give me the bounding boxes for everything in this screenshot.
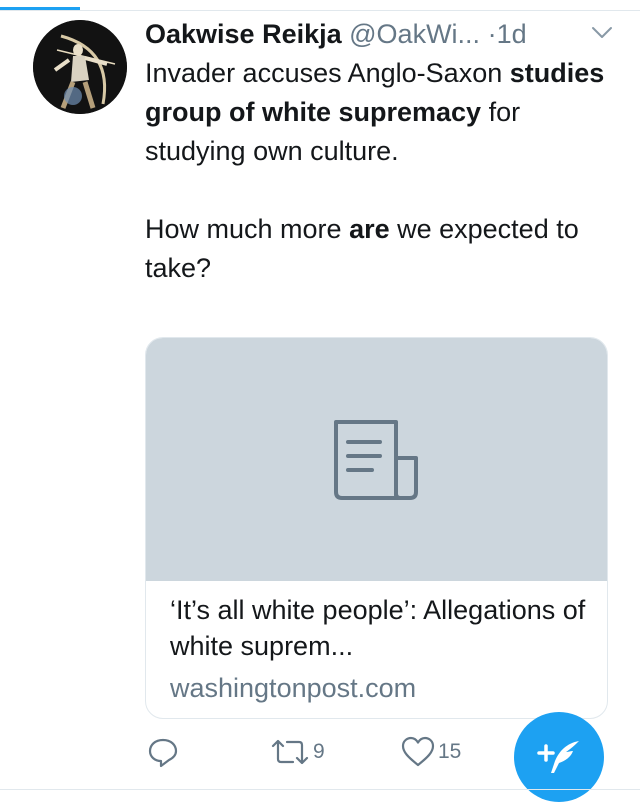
- retweet-count: 9: [313, 740, 325, 763]
- retweet-icon: [271, 739, 309, 765]
- article-icon: [334, 420, 418, 500]
- compose-tweet-icon: [537, 741, 579, 773]
- tweet-time[interactable]: 1d: [497, 19, 527, 49]
- user-handle[interactable]: @OakWi...: [349, 19, 480, 49]
- heart-icon: [401, 736, 435, 767]
- retweet-button[interactable]: 9: [269, 730, 325, 774]
- reply-icon: [148, 738, 178, 768]
- bottom-divider: [0, 789, 640, 790]
- display-name[interactable]: Oakwise Reikja: [145, 19, 342, 49]
- separator-dot: ·: [487, 19, 497, 49]
- tweet-paragraph-2: How much more are we expected to take?: [145, 210, 615, 288]
- top-divider: [0, 10, 640, 11]
- card-title[interactable]: ‘It’s all white people’: Allegations of …: [170, 592, 590, 664]
- archer-avatar-image: [33, 20, 127, 114]
- tweet-text-segment: are: [349, 214, 390, 244]
- tweet-paragraph-1: Invader accuses Anglo-Saxon studies grou…: [145, 54, 615, 171]
- chevron-down-icon[interactable]: [589, 22, 615, 44]
- card-image: [146, 338, 607, 581]
- avatar[interactable]: [33, 20, 127, 114]
- like-count: 15: [438, 740, 462, 763]
- tweet-text: Invader accuses Anglo-Saxon studies grou…: [145, 54, 615, 288]
- tweet-text-segment: How much more: [145, 214, 350, 244]
- link-card[interactable]: ‘It’s all white people’: Allegations of …: [145, 337, 608, 719]
- card-domain: washingtonpost.com: [170, 673, 417, 703]
- reply-button[interactable]: [146, 730, 180, 774]
- tweet-header: Oakwise Reikja @OakWi... ·1d: [145, 16, 615, 52]
- tweet-text-segment: Invader accuses Anglo-Saxon: [145, 58, 510, 88]
- like-button[interactable]: 15: [400, 730, 461, 774]
